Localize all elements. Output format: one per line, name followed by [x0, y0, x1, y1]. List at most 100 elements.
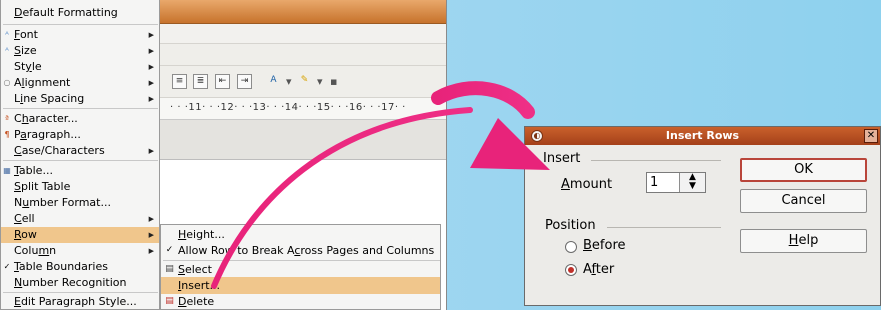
menu-item-size[interactable]: ᴬ Size ▶: [1, 43, 159, 59]
menu-item-table[interactable]: ▦ Table...: [1, 163, 159, 179]
menu-item-column[interactable]: Column ▶: [1, 243, 159, 259]
highlight-icon[interactable]: ✎: [297, 74, 312, 89]
help-button[interactable]: Help: [740, 229, 867, 253]
submenu-arrow-icon: ▶: [148, 247, 154, 255]
menu-item-cell[interactable]: Cell ▶: [1, 211, 159, 227]
paragraph-icon: ¶: [4, 130, 10, 139]
submenu-item-select[interactable]: ▤ Select: [161, 261, 440, 278]
format-menu: Default Formatting ᴬ Font ▶ ᴬ Size ▶ Style ▶ …: [0, 0, 160, 310]
radio-icon: ○: [3, 78, 11, 87]
toolbar-more-icon[interactable]: ▪: [330, 75, 337, 88]
dialog-title: Insert Rows: [665, 129, 740, 142]
submenu-arrow-icon: ▶: [148, 47, 154, 55]
numbering-icon[interactable]: ≡: [172, 74, 187, 89]
menu-item-table-boundaries[interactable]: ✓ Table Boundaries: [1, 259, 159, 275]
menu-separator: [3, 24, 158, 25]
checkmark-icon: ✓: [3, 262, 11, 271]
submenu-item-insert[interactable]: Insert...: [161, 277, 440, 294]
character-icon: ª: [5, 114, 9, 123]
select-row-icon: ▤: [165, 264, 174, 274]
menu-item-label: Cell: [14, 212, 35, 225]
table-icon: ▦: [3, 166, 11, 175]
menu-item-label: Character...: [14, 112, 78, 125]
bullets-icon[interactable]: ≣: [193, 74, 208, 89]
menu-item-row[interactable]: Row ▶: [1, 227, 159, 243]
menu-item-number-format[interactable]: Number Format...: [1, 195, 159, 211]
menu-item-label: Row: [14, 228, 37, 241]
menu-item-label: Line Spacing: [14, 92, 85, 105]
menu-separator: [3, 160, 158, 161]
submenu-item-label: Insert...: [178, 279, 221, 292]
menu-item-font[interactable]: ᴬ Font ▶: [1, 27, 159, 43]
menu-item-label: Table...: [14, 164, 53, 177]
menu-item-split-table[interactable]: Split Table: [1, 179, 159, 195]
menu-item-edit-paragraph-style[interactable]: Edit Paragraph Style...: [1, 294, 159, 310]
submenu-arrow-icon: ▶: [148, 231, 154, 239]
amount-value: 1: [650, 175, 659, 190]
submenu-item-label: Delete: [178, 295, 215, 308]
menu-item-default-formatting[interactable]: Default Formatting: [1, 5, 159, 21]
ruler-marks: · · ·11· · ·12· · ·13· · ·14· · ·15· · ·…: [170, 102, 406, 113]
submenu-item-delete[interactable]: ▤ Delete: [161, 293, 440, 310]
submenu-item-height[interactable]: Height...: [161, 226, 440, 243]
amount-label: Amount: [561, 177, 613, 192]
cancel-button[interactable]: Cancel: [740, 189, 867, 213]
dialog-titlebar: ◐ Insert Rows ✕: [525, 127, 880, 145]
menu-item-paragraph[interactable]: ¶ Paragraph...: [1, 127, 159, 143]
menu-item-label: Number Format...: [14, 196, 111, 209]
submenu-arrow-icon: ▶: [148, 215, 154, 223]
writer-window: ≡ ≣ ⇤ ⇥ A ▾ ✎ ▾ ▪ · · ·11· · ·12· · ·13·…: [0, 0, 447, 310]
menu-item-character[interactable]: ª Character...: [1, 111, 159, 127]
menu-item-label: Case/Characters: [14, 144, 105, 157]
submenu-arrow-icon: ▶: [148, 79, 154, 87]
font-size-icon: ᴬ: [5, 46, 9, 55]
menu-item-label: Number Recognition: [14, 276, 127, 289]
menu-item-label: Alignment: [14, 76, 71, 89]
submenu-arrow-icon: ▶: [148, 95, 154, 103]
increase-indent-icon[interactable]: ⇥: [237, 74, 252, 89]
font-icon: ᴬ: [5, 30, 9, 39]
font-color-icon[interactable]: A: [266, 74, 281, 89]
menu-separator: [3, 292, 158, 293]
submenu-item-label: Allow Row to Break Across Pages and Colu…: [178, 244, 435, 257]
spin-arrows-icon[interactable]: ▲ ▼: [679, 173, 705, 192]
amount-spinbox[interactable]: 1 ▲ ▼: [646, 172, 706, 193]
insert-rows-dialog: ◐ Insert Rows ✕ Insert Amount 1 ▲ ▼ Posit…: [524, 126, 881, 306]
checkmark-icon: ✓: [165, 245, 174, 255]
submenu-arrow-icon: ▶: [148, 147, 154, 155]
menu-item-alignment[interactable]: ○ Alignment ▶: [1, 75, 159, 91]
submenu-arrow-icon: ▶: [148, 31, 154, 39]
menu-item-number-recognition[interactable]: Number Recognition: [1, 275, 159, 291]
decrease-indent-icon[interactable]: ⇤: [215, 74, 230, 89]
close-icon[interactable]: ✕: [864, 129, 878, 143]
menu-item-label: Font: [14, 28, 38, 41]
submenu-item-label: Height...: [178, 228, 225, 241]
after-label[interactable]: After: [583, 262, 614, 277]
ok-button[interactable]: OK: [740, 158, 867, 182]
menu-separator: [3, 108, 158, 109]
insert-group-label: Insert: [543, 151, 581, 166]
menu-item-label: Style: [14, 60, 42, 73]
delete-row-icon: ▤: [165, 296, 174, 306]
font-color-dropdown-icon[interactable]: ▾: [286, 75, 292, 88]
before-radio[interactable]: [565, 241, 577, 253]
submenu-arrow-icon: ▶: [148, 63, 154, 71]
menu-item-label: Edit Paragraph Style...: [14, 295, 137, 308]
menu-item-label: Default Formatting: [14, 6, 118, 19]
menu-item-style[interactable]: Style ▶: [1, 59, 159, 75]
submenu-item-label: Select: [178, 263, 212, 276]
submenu-item-allow-row-break[interactable]: ✓ Allow Row to Break Across Pages and Col…: [161, 242, 440, 259]
before-label[interactable]: Before: [583, 238, 626, 253]
menu-item-label: Size: [14, 44, 37, 57]
menu-item-label: Table Boundaries: [14, 260, 108, 273]
position-group-label: Position: [545, 218, 596, 233]
menu-item-label: Paragraph...: [14, 128, 81, 141]
after-radio[interactable]: [565, 264, 577, 276]
menu-item-line-spacing[interactable]: Line Spacing ▶: [1, 91, 159, 107]
row-submenu: Height... ✓ Allow Row to Break Across Pag…: [160, 224, 441, 310]
menu-item-label: Column: [14, 244, 57, 257]
group-divider: [607, 227, 721, 228]
arrow-band: [431, 81, 535, 119]
highlight-dropdown-icon[interactable]: ▾: [317, 75, 323, 88]
menu-item-case-characters[interactable]: Case/Characters ▶: [1, 143, 159, 159]
